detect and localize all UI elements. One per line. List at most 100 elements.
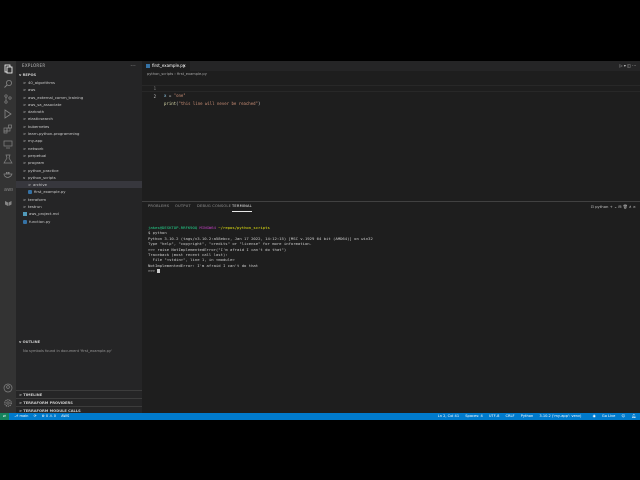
terraform-providers-header[interactable]: > TERRAFORM PROVIDERS	[16, 398, 142, 406]
tree-item-learn-python-programming[interactable]: > learn-python-programming	[16, 130, 142, 137]
run-debug-icon[interactable]	[3, 109, 13, 119]
timeline-header[interactable]: > TIMELINE	[16, 390, 142, 398]
bottom-sections: > TIMELINE > TERRAFORM PROVIDERS > TERRA…	[16, 390, 142, 414]
tree-item-kubernetes[interactable]: > kubernetes	[16, 123, 142, 130]
tab-label: first_example.py	[152, 63, 186, 68]
remote-explorer-icon[interactable]	[3, 139, 13, 149]
tab-terminal[interactable]: TERMINAL	[232, 202, 252, 212]
vscode-window: aws EXPLORER ··· v REPOS >40_algorithms …	[0, 61, 640, 420]
status-bar: ⇌ ⎇ main ⟳ ⊗ 0 ⚠ 0 AWS Ln 2, Col 41 Spac…	[0, 413, 640, 420]
tree-item-label: program	[28, 160, 45, 166]
tree-item-elasticsearch[interactable]: > elasticsearch	[16, 115, 142, 122]
code-line-1: 1 x = "one"	[142, 78, 640, 98]
extensions-icon[interactable]	[3, 124, 13, 134]
tree-item-archive[interactable]: > archive	[16, 181, 142, 189]
sync-icon[interactable]: ⟳	[34, 413, 37, 420]
tree-item-darkroth[interactable]: > darkroth	[16, 108, 142, 115]
terraform-icon[interactable]	[3, 199, 13, 209]
python-interpreter[interactable]: 3.10.2 ('my-app': venv)	[539, 414, 581, 418]
source-control-icon[interactable]	[3, 94, 13, 104]
prompt-user: jakes@DESKTOP-RRFK9OQ	[148, 225, 198, 230]
branch-indicator[interactable]: ⎇ main	[14, 413, 28, 420]
terminal-cursor	[157, 268, 160, 274]
explorer-title: EXPLORER ···	[16, 61, 142, 71]
code-token-paren: )	[257, 101, 261, 106]
indentation[interactable]: Spaces: 4	[465, 414, 482, 418]
tree-item-label: python_scripts	[28, 174, 56, 180]
account-icon[interactable]	[3, 383, 13, 393]
panel-actions[interactable]: ⊡ python + ⌄ ⊟ 🗑 ∧ ×	[591, 202, 636, 211]
aws-indicator[interactable]: AWS	[61, 413, 69, 420]
explorer-icon[interactable]	[3, 64, 13, 74]
outline-title: OUTLINE	[22, 340, 41, 344]
explorer-sidebar: EXPLORER ··· v REPOS >40_algorithms > aws…	[16, 61, 142, 413]
markdown-file-icon	[23, 212, 27, 217]
repos-section-label: REPOS	[22, 73, 37, 77]
prompt-env: MINGW64	[199, 225, 216, 230]
tree-item-testrun[interactable]: > testrun	[16, 203, 142, 210]
notifications-bell-icon[interactable]: 🔔︎	[631, 414, 636, 418]
breadcrumb[interactable]: python_scripts › first_example.py	[142, 71, 640, 78]
code-line-2: 2 print("this line will never be reached…	[142, 85, 640, 106]
tree-item-function-py[interactable]: function.py	[16, 218, 142, 225]
line-number: 2	[153, 94, 156, 99]
tree-item-network[interactable]: > network	[16, 145, 142, 152]
tree-item-python-scripts[interactable]: v python_scripts	[16, 174, 142, 181]
file-tree: >40_algorithms > aws > aws_external_comm_t…	[16, 79, 142, 225]
tree-item-aws[interactable]: > aws	[16, 86, 142, 93]
python-file-icon	[146, 64, 150, 68]
tree-item-perpetual[interactable]: > perpetual	[16, 152, 142, 159]
code-editor[interactable]: 1 x = "one" 2 print("this line will neve…	[142, 78, 640, 200]
settings-gear-icon[interactable]	[3, 398, 13, 408]
testing-icon[interactable]	[3, 154, 13, 164]
tree-item-aws-project-md[interactable]: aws_project.md	[16, 210, 142, 217]
tab-problems[interactable]: PROBLEMS	[148, 202, 169, 211]
panel-tabs: PROBLEMS OUTPUT DEBUG CONSOLE TERMINAL ⊡…	[142, 202, 640, 212]
prompt-path: ~/repos/python_scripts	[218, 225, 270, 230]
tree-item-first-example-py[interactable]: first_example.py	[16, 188, 142, 195]
tree-item-my-app[interactable]: > my-app	[16, 137, 142, 144]
encoding[interactable]: UTF-8	[489, 414, 499, 418]
terminal-output[interactable]: jakes@DESKTOP-RRFK9OQ MINGW64 ~/repos/py…	[148, 225, 373, 274]
problems-indicator[interactable]: ⊗ 0 ⚠ 0	[42, 413, 56, 420]
tree-item-program[interactable]: > program	[16, 159, 142, 166]
activity-bar: aws	[0, 61, 16, 413]
repos-section-header[interactable]: v REPOS	[16, 71, 142, 79]
explorer-title-text: EXPLORER	[22, 63, 46, 68]
go-live-label: Go Live	[601, 414, 616, 418]
python-file-icon	[23, 219, 27, 224]
tab-debug-console[interactable]: DEBUG CONSOLE	[197, 202, 231, 211]
cursor-position[interactable]: Ln 2, Col 41	[438, 414, 459, 418]
terraform-providers-label: TERRAFORM PROVIDERS	[23, 401, 73, 405]
tree-item-label: first_example.py	[34, 189, 66, 195]
editor-actions[interactable]: ▷ ▾ ◫ ···	[620, 61, 637, 71]
line-ending[interactable]: CRLF	[506, 414, 515, 418]
go-live-button[interactable]: ◉ Go Live	[588, 414, 616, 418]
tree-item-python-practice[interactable]: > python_practice	[16, 167, 142, 174]
tree-item-label: terraform	[28, 196, 47, 202]
language-mode[interactable]: Python	[521, 414, 533, 418]
code-text: print("this line will never be reached")	[164, 100, 260, 107]
code-token-string: "this line will never be reached"	[178, 101, 258, 106]
tree-item-40-algorithms[interactable]: >40_algorithms	[16, 79, 142, 86]
tree-item-label: function.py	[29, 218, 51, 224]
outline-header[interactable]: v OUTLINE	[16, 338, 142, 346]
feedback-icon[interactable]: ☺	[622, 414, 626, 418]
tab-output[interactable]: OUTPUT	[175, 202, 191, 211]
tree-item-aws-sa-associate[interactable]: > aws_sa_associate	[16, 101, 142, 108]
remote-indicator-icon[interactable]: ⇌	[0, 413, 9, 420]
tree-item-aws-external-comm-training[interactable]: > aws_external_comm_training	[16, 94, 142, 101]
tab-first-example-py[interactable]: first_example.py ×	[142, 61, 190, 71]
tree-item-label: aws	[28, 87, 36, 93]
explorer-more-button[interactable]: ···	[130, 61, 136, 71]
bottom-panel: PROBLEMS OUTPUT DEBUG CONSOLE TERMINAL ⊡…	[142, 201, 640, 413]
svg-text:aws: aws	[4, 187, 13, 193]
tree-item-terraform[interactable]: > terraform	[16, 196, 142, 203]
aws-icon[interactable]: aws	[3, 184, 13, 194]
close-icon[interactable]: ×	[183, 61, 186, 71]
timeline-label: TIMELINE	[23, 393, 43, 397]
status-left: ⇌ ⎇ main ⟳ ⊗ 0 ⚠ 0 AWS	[0, 413, 69, 420]
docker-icon[interactable]	[3, 169, 13, 179]
editor-tab-bar: first_example.py × ▷ ▾ ◫ ···	[142, 61, 640, 71]
search-icon[interactable]	[3, 79, 13, 89]
